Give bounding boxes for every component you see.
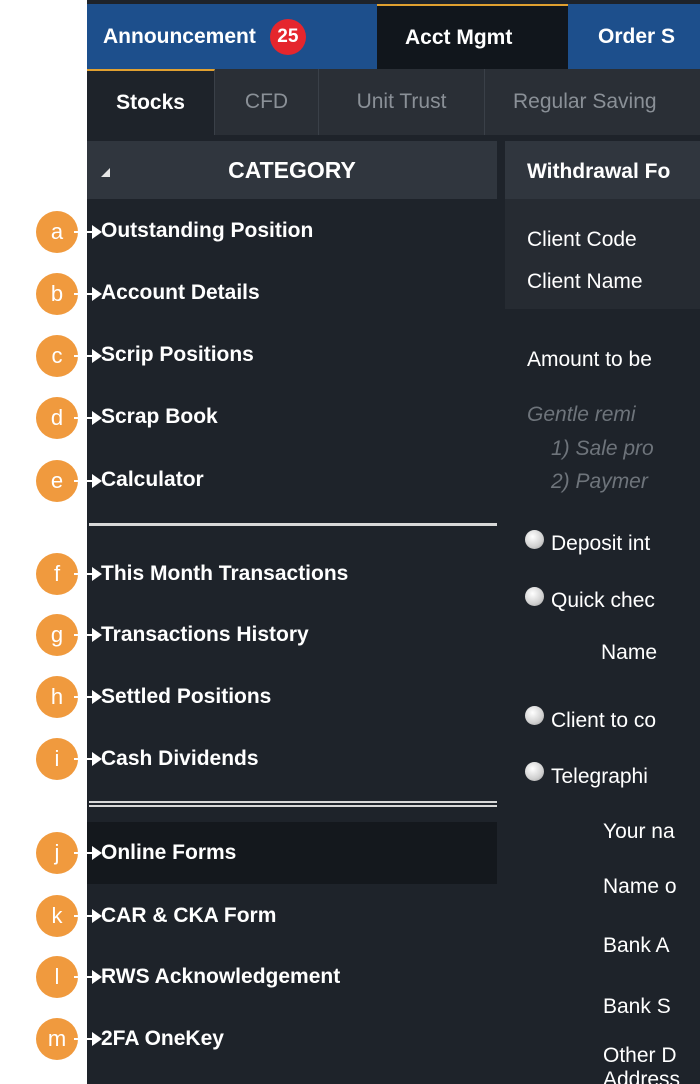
reminder-line-2: 2) Paymer xyxy=(551,470,648,493)
address-label: Address xyxy=(603,1068,681,1084)
marker-m: m xyxy=(36,1018,102,1066)
option-deposit-label: Deposit int xyxy=(551,532,651,555)
tab-acct-mgmt[interactable]: Acct Mgmt xyxy=(377,4,568,69)
withdrawal-form-panel: Withdrawal Fo Client Code Client Name Am… xyxy=(505,135,700,1084)
menu-item-2fa-onekey[interactable]: 2FA OneKey xyxy=(87,1009,497,1069)
radio-deposit[interactable] xyxy=(525,530,544,549)
menu-item-rws-acknowledgement[interactable]: RWS Acknowledgement xyxy=(87,947,497,1007)
bank-a-label: Bank A xyxy=(603,934,670,957)
app-window: Announcement 25 Acct Mgmt Order S Stocks… xyxy=(87,0,700,1084)
radio-quick-cheque[interactable] xyxy=(525,587,544,606)
radio-client-collect[interactable] xyxy=(525,706,544,725)
menu-item-car-cka-form[interactable]: CAR & CKA Form xyxy=(87,886,497,946)
cheque-name-label: Name xyxy=(601,641,658,664)
bank-s-label: Bank S xyxy=(603,995,671,1018)
option-quick-cheque-label: Quick chec xyxy=(551,589,655,612)
tab-order[interactable]: Order S xyxy=(568,4,700,69)
tab-acct-mgmt-label: Acct Mgmt xyxy=(405,25,513,49)
form-title: Withdrawal Fo xyxy=(527,160,671,183)
tab-announcement[interactable]: Announcement 25 xyxy=(87,4,377,69)
reminder-title: Gentle remi xyxy=(527,403,636,426)
your-name-label: Your na xyxy=(603,820,675,843)
marker-i: i xyxy=(36,738,102,786)
marker-a: a xyxy=(36,211,102,259)
marker-c: c xyxy=(36,335,102,383)
amount-label: Amount to be xyxy=(527,348,652,371)
marker-f: f xyxy=(36,553,102,601)
marker-b: b xyxy=(36,273,102,321)
menu-item-online-forms[interactable]: Online Forms xyxy=(87,822,497,884)
menu-item-outstanding-position[interactable]: Outstanding Position xyxy=(87,201,497,261)
section-divider-double xyxy=(89,801,497,807)
top-tab-bar: Announcement 25 Acct Mgmt Order S xyxy=(87,4,700,69)
section-divider xyxy=(89,523,497,526)
client-name-label: Client Name xyxy=(527,270,643,293)
marker-l: l xyxy=(36,956,102,1004)
category-header[interactable]: CATEGORY xyxy=(87,141,497,199)
tab-unit-trust[interactable]: Unit Trust xyxy=(319,69,485,135)
radio-telegraphic[interactable] xyxy=(525,762,544,781)
menu-item-transactions-history[interactable]: Transactions History xyxy=(87,605,497,665)
tab-cfd[interactable]: CFD xyxy=(215,69,319,135)
menu-item-calculator[interactable]: Calculator xyxy=(87,450,497,510)
menu-item-cash-dividends[interactable]: Cash Dividends xyxy=(87,729,497,789)
tab-stocks[interactable]: Stocks xyxy=(87,69,215,135)
menu-item-settled-positions[interactable]: Settled Positions xyxy=(87,667,497,727)
option-client-label: Client to co xyxy=(551,709,657,732)
tab-regular-savings[interactable]: Regular Saving xyxy=(485,69,700,135)
marker-j: j xyxy=(36,832,102,880)
announcement-count-badge: 25 xyxy=(269,18,306,55)
menu-item-account-details[interactable]: Account Details xyxy=(87,263,497,323)
tab-announcement-label: Announcement xyxy=(103,24,256,48)
marker-d: d xyxy=(36,397,102,445)
marker-k: k xyxy=(36,895,102,943)
category-sidebar: CATEGORY Outstanding Position Account De… xyxy=(87,135,497,1084)
product-tab-bar: Stocks CFD Unit Trust Regular Saving xyxy=(87,69,700,135)
marker-g: g xyxy=(36,614,102,662)
menu-item-this-month-transactions[interactable]: This Month Transactions xyxy=(87,544,497,604)
tab-order-label: Order S xyxy=(598,24,676,48)
category-title: CATEGORY xyxy=(228,156,356,183)
marker-h: h xyxy=(36,676,102,724)
menu-item-scrap-book[interactable]: Scrap Book xyxy=(87,387,497,447)
marker-e: e xyxy=(36,460,102,508)
name-of-label: Name o xyxy=(603,875,677,898)
menu-item-scrip-positions[interactable]: Scrip Positions xyxy=(87,325,497,385)
option-telegraphic-label: Telegraphi xyxy=(551,765,648,788)
other-d-label: Other D xyxy=(603,1044,677,1067)
client-code-label: Client Code xyxy=(527,228,637,251)
reminder-line-1: 1) Sale pro xyxy=(551,437,654,460)
